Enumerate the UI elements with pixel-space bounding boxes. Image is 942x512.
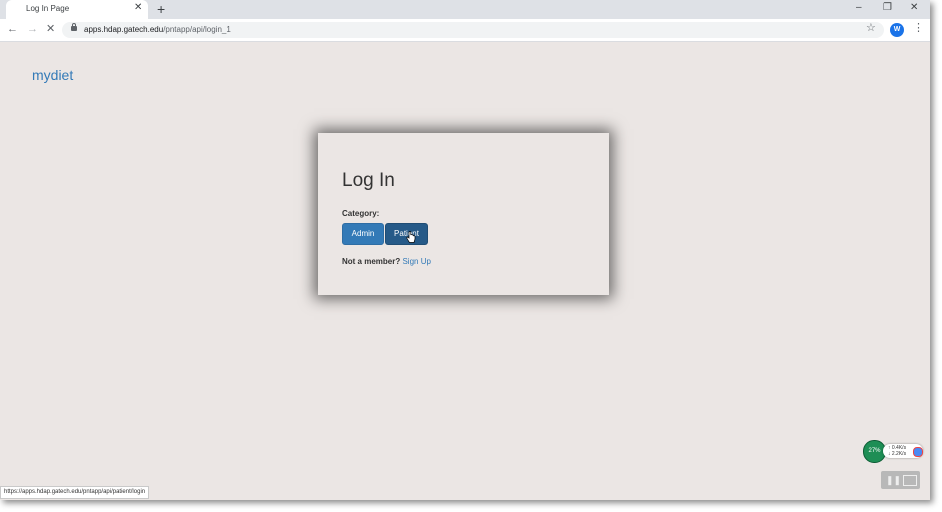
pause-icon[interactable]: ❚❚ <box>886 475 901 485</box>
close-window-button[interactable]: ✕ <box>910 2 918 14</box>
hand-cursor-icon <box>406 231 416 243</box>
brand-link[interactable]: mydiet <box>32 67 73 83</box>
tab-close-icon[interactable]: ✕ <box>134 2 142 14</box>
browser-window: Log In Page ✕ + – ❐ ✕ ← → ✕ apps.hdap.ga… <box>0 0 930 500</box>
login-modal: Log In Category: Admin Patient Not a mem… <box>318 133 609 295</box>
restore-button[interactable]: ❐ <box>883 2 892 14</box>
menu-kebab-icon[interactable]: ⋮ <box>913 22 924 35</box>
picture-in-picture-icon[interactable] <box>903 475 917 486</box>
tab-strip: Log In Page ✕ + – ❐ ✕ <box>0 0 930 19</box>
sign-up-link[interactable]: Sign Up <box>402 257 430 266</box>
network-monitor-widget: 27% ↑ 0.4K/s ↓ 2.2K/s <box>863 440 925 463</box>
address-bar[interactable]: apps.hdap.gatech.edu/pntapp/api/login_1 <box>62 22 884 38</box>
tab-title: Log In Page <box>26 4 70 13</box>
stop-loading-icon[interactable]: ✕ <box>46 23 55 36</box>
profile-avatar[interactable]: W <box>890 23 904 37</box>
url-host: apps.hdap.gatech.edu <box>84 25 164 34</box>
not-member-label: Not a member? <box>342 257 401 266</box>
network-speed-box: ↑ 0.4K/s ↓ 2.2K/s <box>883 444 923 458</box>
browser-toolbar: ← → ✕ apps.hdap.gatech.edu/pntapp/api/lo… <box>0 19 930 42</box>
minimize-button[interactable]: – <box>856 2 862 14</box>
status-bar-url: https://apps.hdap.gatech.edu/pntapp/api/… <box>0 486 150 499</box>
bookmark-star-icon[interactable]: ☆ <box>866 22 876 35</box>
url-path: /pntapp/api/login_1 <box>163 25 231 34</box>
lock-icon[interactable] <box>71 23 77 31</box>
new-tab-button[interactable]: + <box>157 1 165 17</box>
back-arrow-icon[interactable]: ← <box>7 23 18 36</box>
category-label: Category: <box>342 209 380 218</box>
download-speed: ↓ 2.2K/s <box>888 451 907 457</box>
url-text: apps.hdap.gatech.edu/pntapp/api/login_1 <box>84 25 231 34</box>
video-player-controls: ❚❚ <box>881 471 920 489</box>
forward-arrow-icon[interactable]: → <box>27 23 38 36</box>
network-app-icon <box>913 447 923 457</box>
admin-button[interactable]: Admin <box>342 223 384 245</box>
login-title: Log In <box>342 170 395 191</box>
signup-row: Not a member? Sign Up <box>342 257 431 266</box>
tab-login-page[interactable]: Log In Page ✕ <box>6 0 148 19</box>
